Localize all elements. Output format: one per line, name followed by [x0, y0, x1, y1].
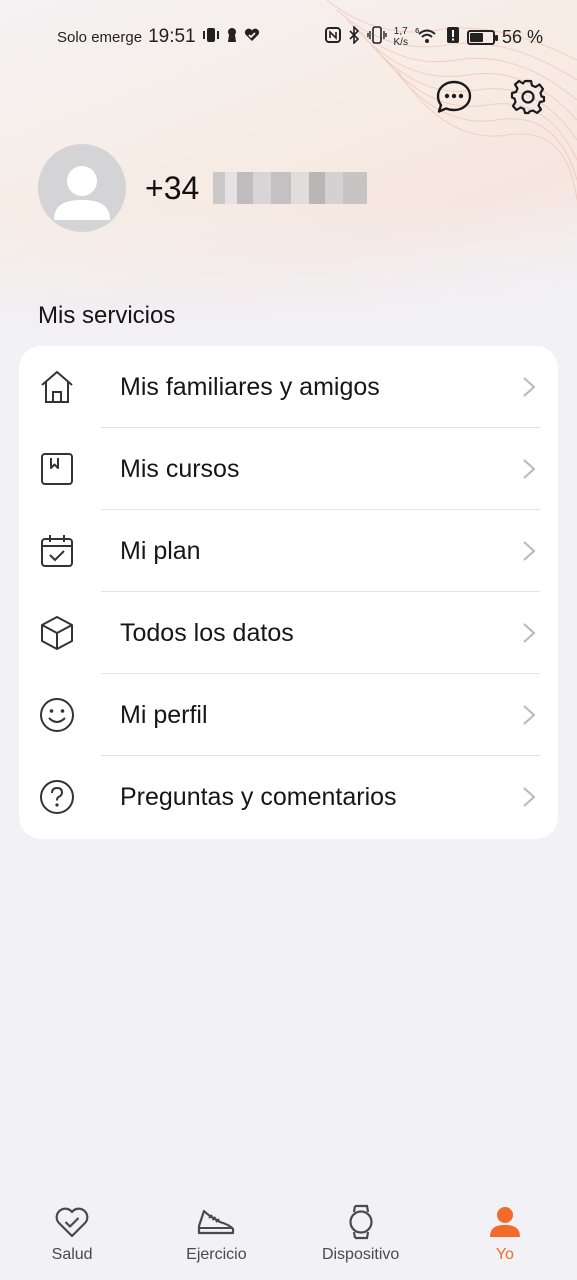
- shoe-icon: [196, 1202, 236, 1242]
- speed-unit: K/s: [393, 37, 408, 48]
- nfc-icon: [324, 26, 341, 48]
- chat-bubble-icon: [436, 80, 472, 113]
- question-icon: [38, 778, 76, 816]
- default-avatar-icon: [54, 166, 110, 220]
- heart-check-icon: [52, 1202, 92, 1242]
- nav-ejercicio[interactable]: Ejercicio: [144, 1190, 288, 1280]
- home-icon: [38, 368, 76, 406]
- chevron-right-icon: [522, 786, 536, 808]
- battery-icon: [466, 29, 498, 45]
- chevron-right-icon: [522, 622, 536, 644]
- chevron-right-icon: [522, 458, 536, 480]
- list-item-preguntas[interactable]: Preguntas y comentarios: [19, 756, 558, 838]
- carrier-text: Solo emerge: [57, 28, 143, 46]
- nav-label: Dispositivo: [321, 1246, 400, 1263]
- nav-label: Ejercicio: [186, 1246, 247, 1263]
- header-actions: [435, 78, 547, 116]
- chevron-right-icon: [522, 540, 536, 562]
- gear-icon: [510, 79, 546, 115]
- list-item-label: Mis cursos: [120, 454, 240, 483]
- list-item-label: Preguntas y comentarios: [120, 782, 397, 811]
- redacted-phone-digits: [213, 172, 368, 204]
- avatar[interactable]: [38, 144, 126, 232]
- list-item-datos[interactable]: Todos los datos: [19, 592, 558, 674]
- chevron-right-icon: [522, 704, 536, 726]
- nav-yo[interactable]: Yo: [433, 1190, 577, 1280]
- person-icon: [485, 1202, 525, 1242]
- profile-header[interactable]: +34: [38, 144, 368, 232]
- list-item-familiares[interactable]: Mis familiares y amigos: [19, 346, 558, 428]
- network-speed: 1,7 K/s: [394, 26, 408, 48]
- list-item-plan[interactable]: Mi plan: [19, 510, 558, 592]
- alert-icon: [446, 26, 460, 49]
- vibrate-mode-icon: [366, 25, 387, 49]
- smiley-icon: [38, 696, 76, 734]
- bottom-nav: Salud Ejercicio Dispositivo Yo: [0, 1190, 577, 1280]
- nav-dispositivo[interactable]: Dispositivo: [289, 1190, 433, 1280]
- nav-label: Salud: [51, 1246, 93, 1263]
- heart-status-icon: [244, 28, 260, 47]
- phone-prefix: +34: [145, 169, 200, 206]
- keyhole-icon: [226, 27, 238, 48]
- list-item-label: Todos los datos: [120, 618, 294, 647]
- cube-icon: [38, 614, 76, 652]
- settings-button[interactable]: [509, 78, 547, 116]
- vibrate-icon: [202, 27, 220, 48]
- speed-value: 1,7: [393, 26, 408, 37]
- services-card: Mis familiares y amigos Mis cursos Mi pl…: [19, 346, 558, 839]
- list-item-cursos[interactable]: Mis cursos: [19, 428, 558, 510]
- watch-icon: [341, 1202, 381, 1242]
- clock: 19:51: [148, 26, 196, 47]
- status-bar: Solo emerge 19:51 1,7 K/s 6 56 %: [0, 22, 577, 52]
- nav-label: Yo: [495, 1246, 514, 1263]
- calendar-check-icon: [38, 532, 76, 570]
- bookmark-icon: [38, 450, 76, 488]
- list-item-label: Mi perfil: [120, 700, 208, 729]
- messages-button[interactable]: [435, 78, 473, 116]
- section-title: Mis servicios: [38, 302, 176, 329]
- chevron-right-icon: [522, 376, 536, 398]
- list-item-label: Mis familiares y amigos: [120, 372, 380, 401]
- nav-salud[interactable]: Salud: [0, 1190, 144, 1280]
- list-item-perfil[interactable]: Mi perfil: [19, 674, 558, 756]
- list-item-label: Mi plan: [120, 536, 201, 565]
- battery-percent: 56 %: [501, 26, 543, 47]
- wifi-icon: 6: [415, 26, 439, 49]
- phone-number: +34: [145, 169, 368, 207]
- bluetooth-icon: [348, 24, 360, 49]
